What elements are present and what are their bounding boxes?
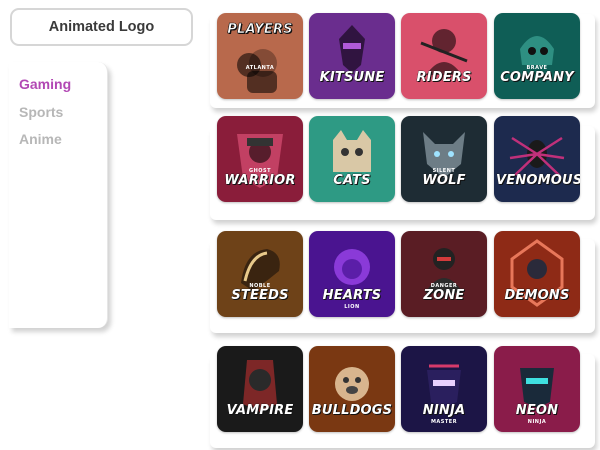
logo-tile-bulldogs[interactable]: BULLDOGS [309, 346, 395, 432]
bulldog-icon [335, 367, 369, 401]
logo-top-text: PLAYERS [227, 22, 293, 37]
logo-sub-text: NINJA [527, 419, 547, 425]
logo-tile-players[interactable]: ATLANTA PLAYERS [217, 13, 303, 99]
logo-tile-warrior[interactable]: GHOST WARRIOR [217, 116, 303, 202]
logo-tile-company[interactable]: BRAVE COMPANY [494, 13, 580, 99]
logo-main-text: VAMPIRE [226, 403, 294, 418]
logo-main-text: KITSUNE [319, 70, 385, 85]
rider-woman-icon [420, 29, 468, 75]
grumpy-cat-icon [333, 130, 371, 172]
logo-tile-cats[interactable]: CATS [309, 116, 395, 202]
logo-tile-kitsune[interactable]: KITSUNE [309, 13, 395, 99]
sidebar-item-sports[interactable]: Sports [19, 104, 63, 120]
logo-tile-wolf[interactable]: SILENT WOLF [401, 116, 487, 202]
horse-head-icon [241, 249, 280, 291]
logo-tile-zone[interactable]: DANGER ZONE [401, 231, 487, 317]
category-sidebar: Gaming Sports Anime [9, 62, 108, 328]
logo-main-text: HEARTS [322, 288, 382, 303]
logo-main-text: NEON [515, 403, 559, 418]
logo-tile-riders[interactable]: RIDERS [401, 13, 487, 99]
logo-main-text: RIDERS [416, 70, 472, 85]
skull-helmet-icon [520, 36, 554, 65]
logo-tile-demons[interactable]: DEMONS [494, 231, 580, 317]
logo-main-text: DEMONS [504, 288, 570, 303]
logo-tile-steeds[interactable]: NOBLE STEEDS [217, 231, 303, 317]
logo-main-text: VENOMOUS [496, 173, 580, 188]
logo-tile-vampire[interactable]: VAMPIRE [217, 346, 303, 432]
kitsune-ninja-icon [339, 25, 365, 73]
logo-main-text: NINJA [422, 403, 466, 418]
wolf-head-icon [423, 132, 465, 178]
logo-tile-ninja[interactable]: NINJA MASTER [401, 346, 487, 432]
warrior-cap-icon [237, 134, 283, 188]
spider-icon [509, 136, 565, 177]
logo-main-text: STEEDS [231, 288, 289, 303]
logo-main-text: WOLF [422, 173, 466, 188]
logo-tile-venomous[interactable]: VENOMOUS [494, 116, 580, 202]
animated-logo-button[interactable]: Animated Logo [10, 8, 193, 46]
soldier-icon [425, 248, 463, 293]
logo-sub-text: LION [344, 304, 360, 310]
logo-main-text: CATS [333, 173, 371, 188]
logo-main-text: ZONE [423, 288, 465, 303]
logo-tile-neon[interactable]: NEON NINJA [494, 346, 580, 432]
logo-main-text: COMPANY [500, 70, 574, 85]
logo-tile-lion-hearts[interactable]: HEARTS LION [309, 231, 395, 317]
sidebar-item-gaming[interactable]: Gaming [19, 76, 71, 92]
logo-main-text: BULLDOGS [311, 403, 393, 418]
logo-sub-text: MASTER [430, 419, 458, 425]
demon-icon [510, 239, 564, 307]
logo-main-text: WARRIOR [224, 173, 296, 188]
logo-small-text: ATLANTA [245, 65, 275, 71]
vampire-icon [243, 360, 277, 412]
sidebar-item-anime[interactable]: Anime [19, 131, 62, 147]
